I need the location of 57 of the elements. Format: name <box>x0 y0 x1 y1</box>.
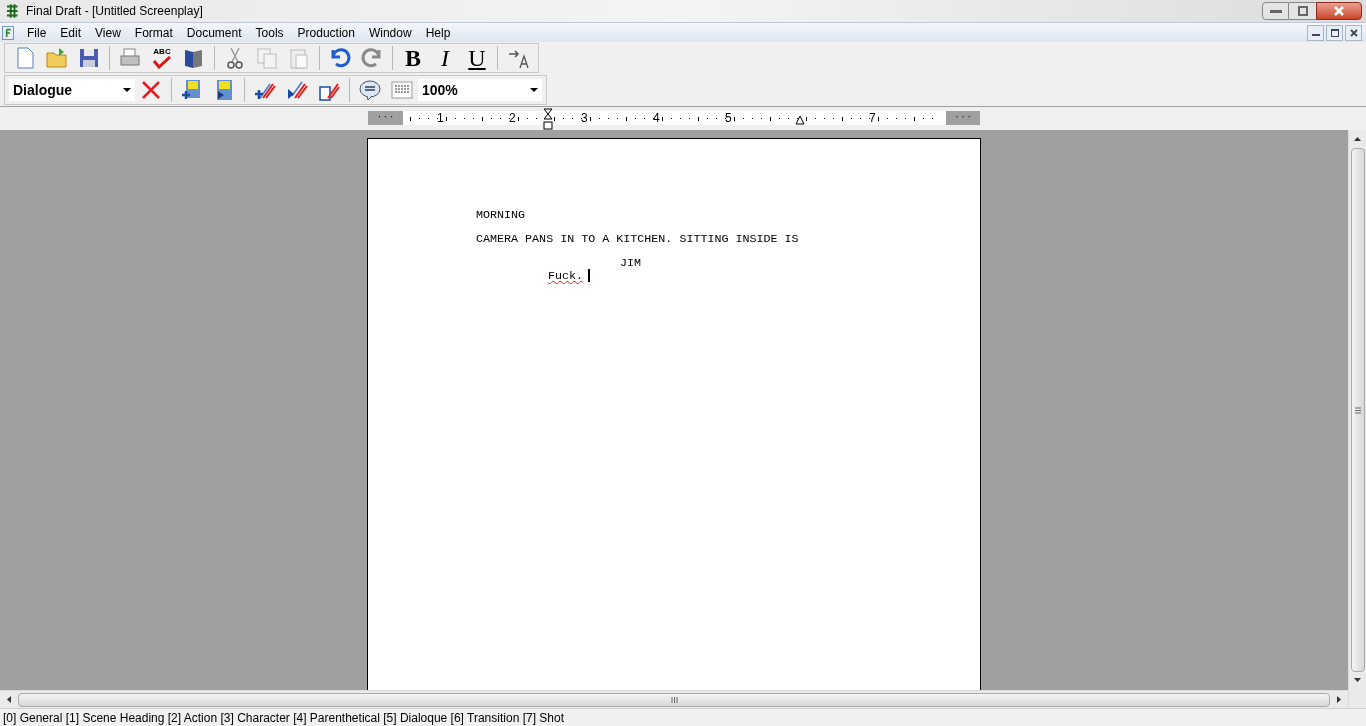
ruler-number: 4 <box>653 111 660 125</box>
horizontal-scrollbar[interactable] <box>0 690 1348 708</box>
close-icon <box>1333 6 1345 16</box>
grip-icon <box>670 696 678 703</box>
close-icon <box>1349 28 1358 37</box>
menu-item[interactable]: Edit <box>53 23 89 42</box>
speech-bubble-icon <box>358 78 382 102</box>
window-title: Final Draft - [Untitled Screenplay] <box>26 3 203 20</box>
ruler-number: 7 <box>869 111 876 125</box>
tab-marker-icon <box>795 115 805 126</box>
vertical-scrollbar[interactable] <box>1348 130 1366 708</box>
italic-button[interactable]: I <box>429 44 461 72</box>
menu-item[interactable]: View <box>88 23 128 42</box>
menu-item[interactable]: Production <box>290 23 362 42</box>
script-line: JIM <box>620 257 642 269</box>
folder-icon <box>45 46 69 70</box>
script-line: Fuck. <box>548 269 584 282</box>
copy-icon <box>255 46 279 70</box>
redo-arrow-icon <box>360 46 384 70</box>
ruler-number: 3 <box>581 111 588 125</box>
bold-button[interactable]: B <box>397 44 429 72</box>
close-button[interactable] <box>1316 2 1362 20</box>
scroll-right-icon[interactable] <box>1337 696 1341 703</box>
minimize-button[interactable] <box>1307 24 1324 41</box>
menu-item[interactable]: Format <box>127 23 180 42</box>
ruler-number: 2 <box>509 111 516 125</box>
spelling-button[interactable]: ABC <box>146 44 178 72</box>
document-icon <box>0 24 16 41</box>
scroll-up-icon[interactable] <box>1354 137 1361 141</box>
menu-item[interactable]: File <box>20 23 54 42</box>
ruler-number: 1 <box>437 111 444 125</box>
ruler-number: 5 <box>725 111 732 125</box>
clipboard-icon <box>287 46 311 70</box>
ruler-margin: · · · <box>946 111 980 125</box>
underline-button[interactable]: U <box>461 44 493 72</box>
script-line: CAMERA PANS IN TO A KITCHEN. SITTING INSIDE IS <box>476 233 799 245</box>
element-dropdown[interactable]: Dialogue <box>9 79 135 101</box>
minimize-button[interactable] <box>1262 2 1289 20</box>
script-line: MORNING <box>476 209 526 221</box>
scrollbar-thumb[interactable] <box>1350 148 1365 672</box>
checkmark-icon <box>152 55 172 69</box>
status-bar-text: [0] General [1] Scene Heading [2] Action [3] Character [4] Parenthetical [5] Dialoque [6] Transition [7] Shot <box>3 709 564 726</box>
scroll-left-icon[interactable] <box>7 696 11 703</box>
grip-icon <box>1354 406 1361 414</box>
text-lines-icon <box>390 78 414 102</box>
menu-item[interactable]: Tools <box>248 23 291 42</box>
indent-marker-icon <box>543 108 553 130</box>
ruler-margin: · · · <box>368 111 403 125</box>
menu-item[interactable]: Help <box>418 23 458 42</box>
zoom-dropdown[interactable]: 100% <box>418 79 542 101</box>
maximize-button[interactable] <box>1289 2 1316 20</box>
menu-item[interactable]: Document <box>179 23 249 42</box>
menu-item[interactable]: Window <box>361 23 419 42</box>
scroll-down-icon[interactable] <box>1354 678 1361 682</box>
scrollbar-thumb[interactable] <box>18 692 1330 707</box>
close-button[interactable] <box>1345 24 1362 41</box>
restore-button[interactable] <box>1326 24 1343 41</box>
